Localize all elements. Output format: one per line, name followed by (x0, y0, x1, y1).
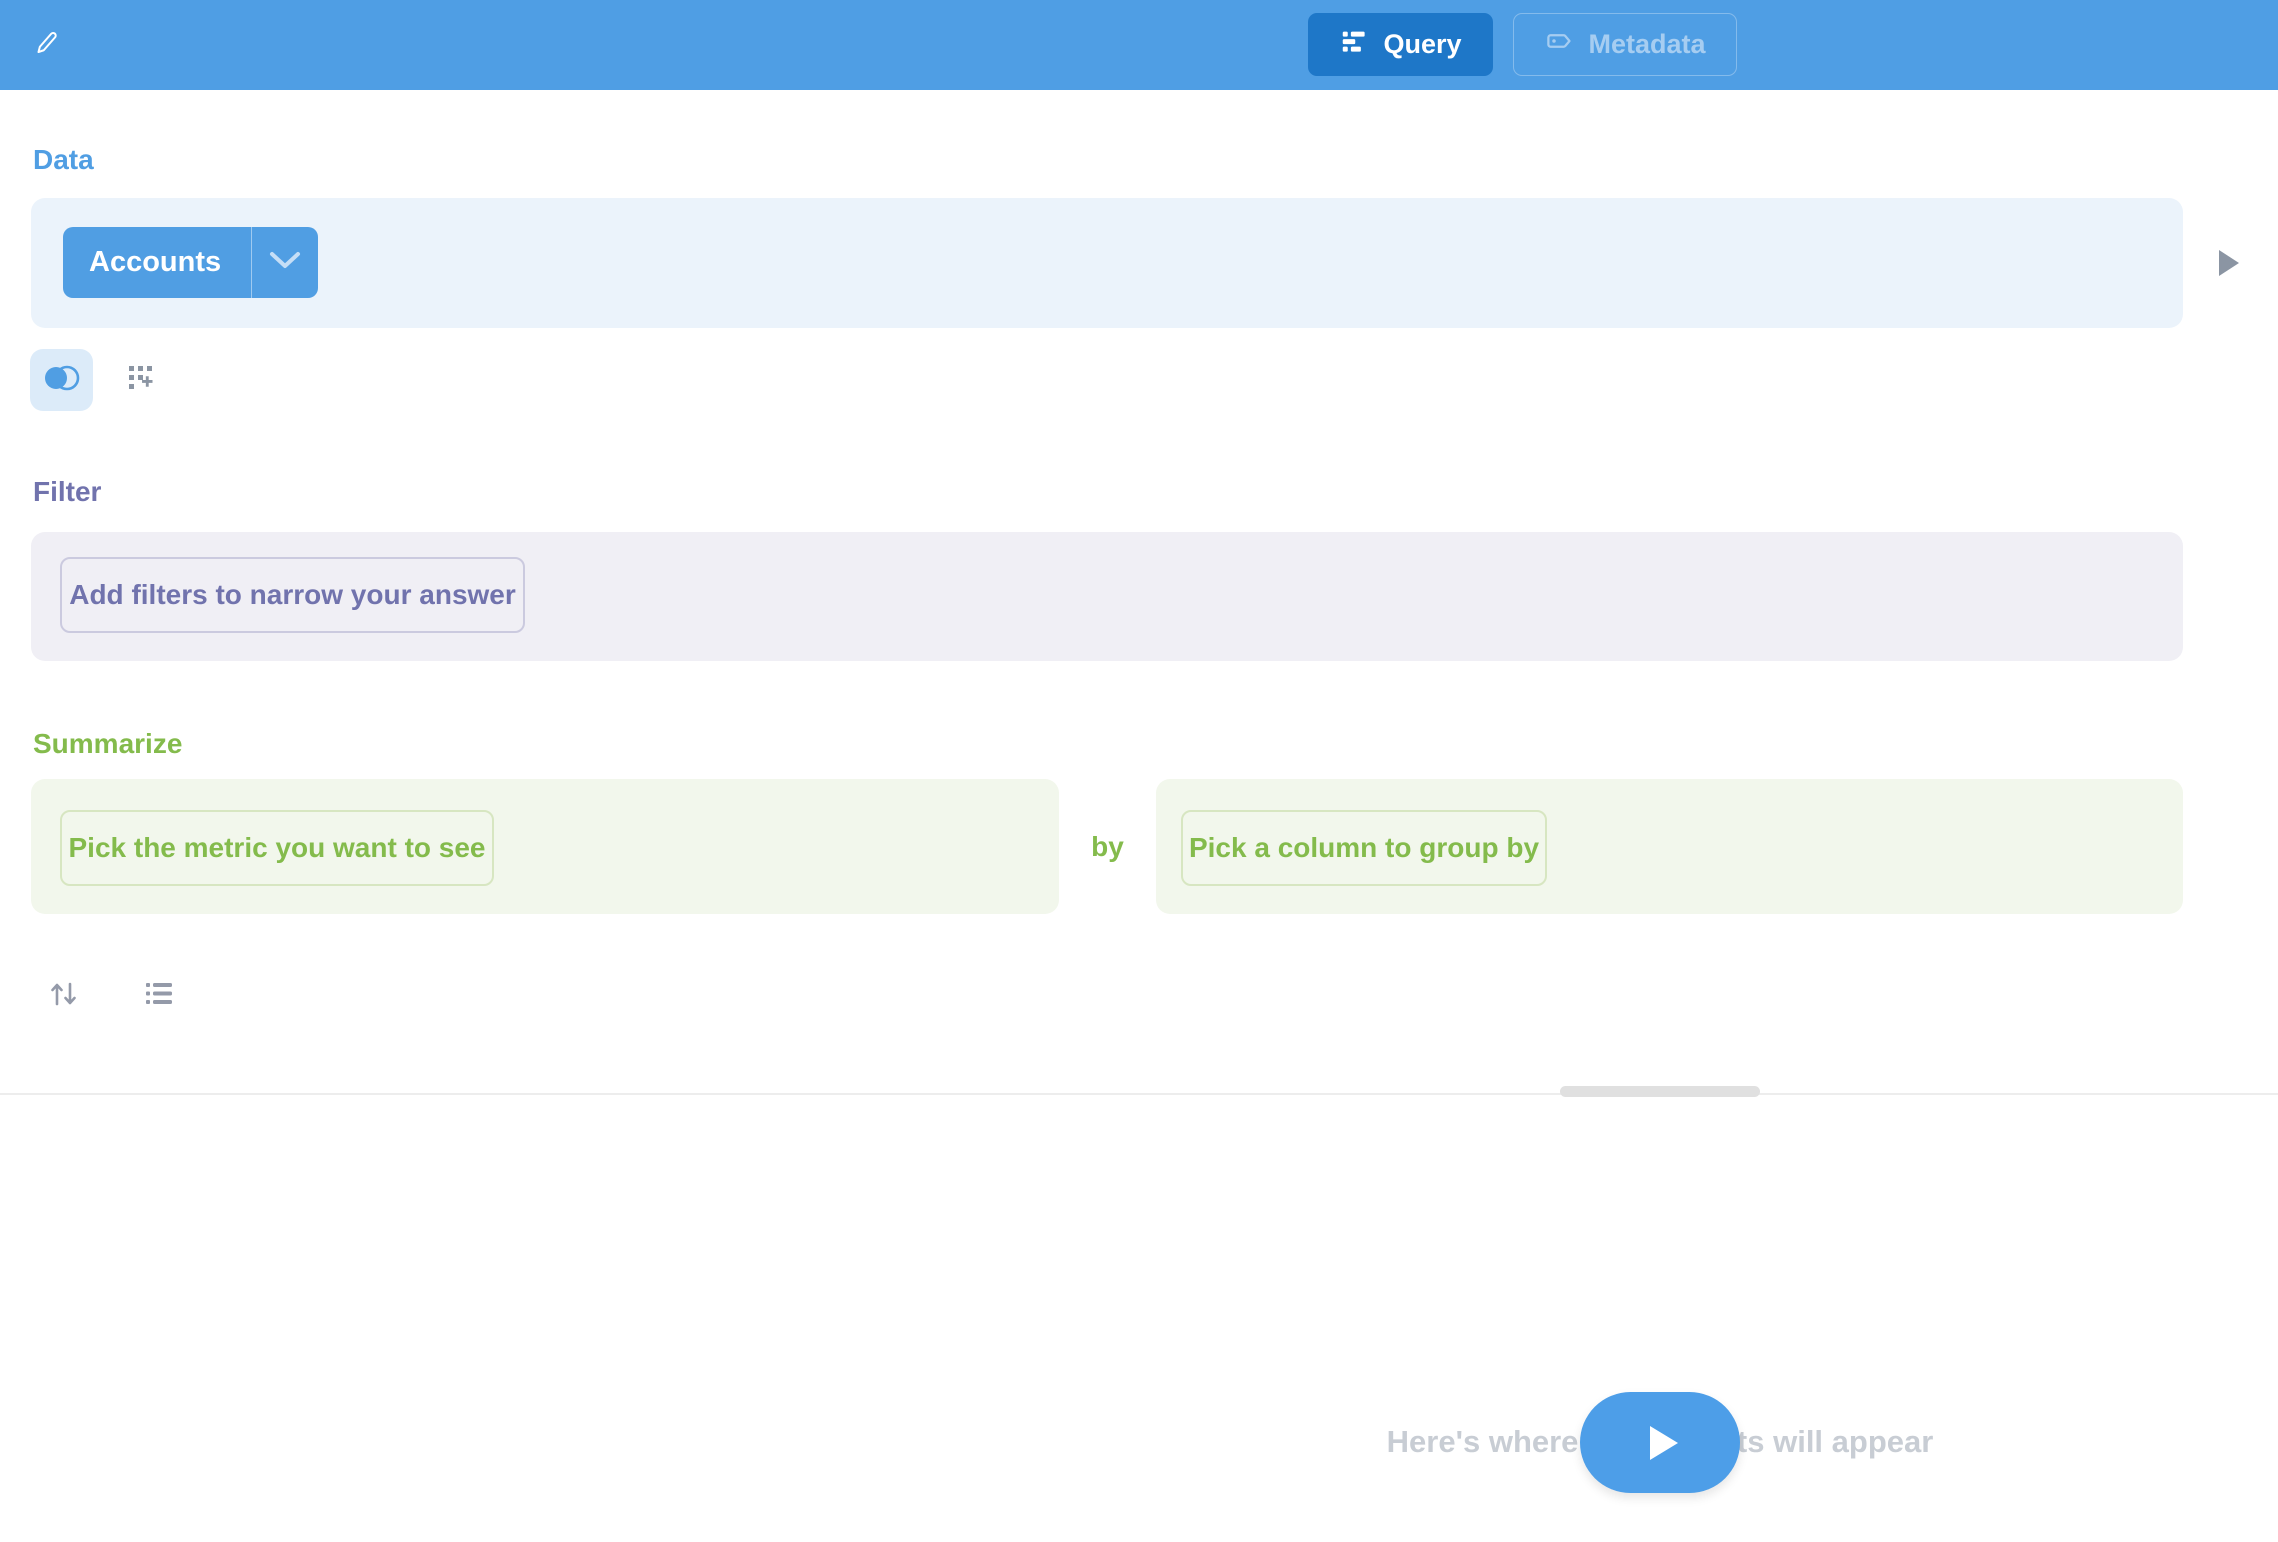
join-venn-icon (41, 363, 83, 398)
tab-metadata[interactable]: Metadata (1513, 13, 1737, 76)
data-section-container: Accounts (31, 198, 2183, 328)
play-icon (1650, 1426, 1678, 1460)
results-divider (0, 1093, 2278, 1095)
summarize-by-label: by (1059, 779, 1156, 914)
summarize-section-label: Summarize (33, 728, 182, 760)
run-query-button[interactable] (1580, 1392, 1740, 1493)
sort-step-button[interactable] (44, 976, 84, 1016)
add-column-icon (126, 363, 156, 398)
query-builder-page: Query Metadata Data Accounts (0, 0, 2278, 1542)
pencil-icon (32, 28, 62, 63)
table-picker-button[interactable]: Accounts (63, 227, 318, 298)
pick-groupby-column-button[interactable]: Pick a column to group by (1181, 810, 1547, 886)
edit-name-button[interactable] (28, 26, 66, 64)
app-header: Query Metadata (0, 0, 2278, 90)
tab-query-label: Query (1383, 29, 1461, 60)
summarize-metric-container: Pick the metric you want to see (31, 779, 1059, 914)
notebook-icon (1339, 26, 1369, 63)
play-triangle-icon[interactable] (2219, 250, 2239, 276)
tab-metadata-label: Metadata (1588, 29, 1705, 60)
table-picker-caret[interactable] (252, 227, 318, 298)
row-limit-button[interactable] (140, 977, 178, 1015)
filter-section-label: Filter (33, 476, 101, 508)
pick-metric-button[interactable]: Pick the metric you want to see (60, 810, 494, 886)
sort-icon (48, 979, 80, 1014)
add-filter-button[interactable]: Add filters to narrow your answer (60, 557, 525, 633)
tag-icon (1544, 26, 1574, 63)
data-section-label: Data (33, 144, 94, 176)
list-icon (145, 981, 173, 1012)
filter-section-container: Add filters to narrow your answer (31, 532, 2183, 661)
chevron-down-icon (267, 249, 303, 276)
tab-query[interactable]: Query (1308, 13, 1493, 76)
summarize-groupby-container: Pick a column to group by (1156, 779, 2183, 914)
resize-drag-handle[interactable] (1560, 1086, 1760, 1097)
custom-column-button[interactable] (119, 358, 163, 402)
join-data-button[interactable] (30, 349, 93, 411)
table-picker-label: Accounts (63, 227, 251, 298)
